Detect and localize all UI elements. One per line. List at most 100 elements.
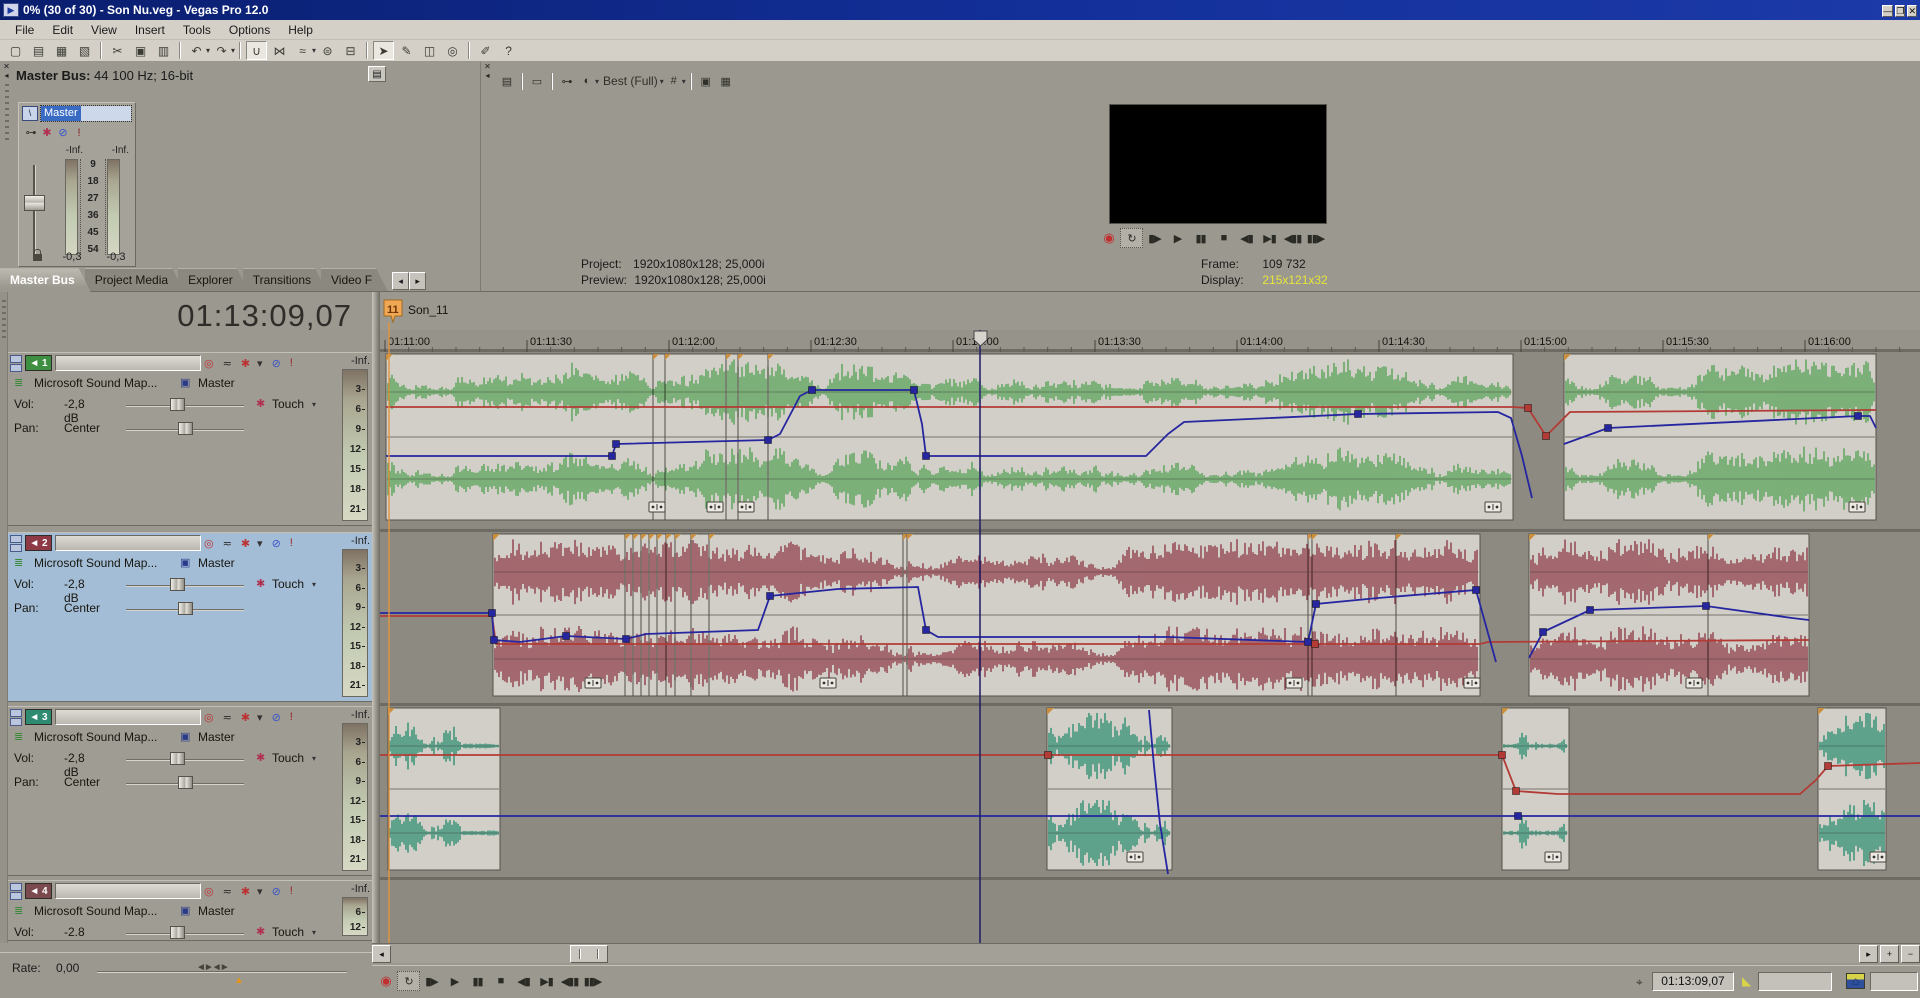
volume-slider[interactable] xyxy=(126,933,244,935)
automation-mode-label[interactable]: Touch xyxy=(272,925,304,939)
dropdown-arrow-icon[interactable]: ▾ xyxy=(312,928,316,937)
close-button[interactable]: ✕ xyxy=(1907,5,1917,17)
undock-icon[interactable]: ◂ xyxy=(481,71,494,80)
track-list-splitter[interactable] xyxy=(372,292,380,943)
track-name-field[interactable] xyxy=(55,883,201,899)
auto-crossfades-icon[interactable]: ⋈ xyxy=(269,41,290,60)
fx-bypass-icon[interactable]: ✱ xyxy=(241,711,250,724)
mute-icon[interactable]: ⊘ xyxy=(55,126,71,139)
solo-icon[interactable]: ! xyxy=(290,711,293,723)
envelope-node[interactable] xyxy=(1540,629,1547,636)
track-header-4[interactable]: ◄ 4◎≂✱▾⊘!-Inf.≣Microsoft Sound Map...▣Ma… xyxy=(8,880,372,941)
envelope-node[interactable] xyxy=(911,387,918,394)
panel-menu-icon[interactable]: ▤ xyxy=(368,66,386,82)
selection-end-box[interactable] xyxy=(1870,972,1918,991)
preview-quality-select[interactable]: Best (Full) xyxy=(599,72,662,91)
new-project-icon[interactable]: ▢ xyxy=(5,41,26,60)
lock-envelopes-icon[interactable]: ⊜ xyxy=(317,41,338,60)
interactive-tutorials-icon[interactable]: ✐ xyxy=(475,41,496,60)
envelope-node[interactable] xyxy=(1045,752,1052,759)
maximize-icon[interactable] xyxy=(10,892,22,900)
panel-menu-icon[interactable]: ▤ xyxy=(497,72,517,91)
envelope-edit-tool-icon[interactable]: ✎ xyxy=(396,41,417,60)
tab-video-f[interactable]: Video F xyxy=(321,268,388,292)
envelope-node[interactable] xyxy=(1855,413,1862,420)
go-to-start-button[interactable]: ◀▮ xyxy=(512,971,535,991)
scrollbar-thumb[interactable] xyxy=(570,945,608,963)
enable-snapping-icon[interactable]: ∪ xyxy=(246,41,267,60)
tab-master-bus[interactable]: Master Bus xyxy=(0,268,91,292)
zoom-edit-tool-icon[interactable]: ◎ xyxy=(442,41,463,60)
envelope-node[interactable] xyxy=(1355,411,1362,418)
play-from-start-button[interactable]: ▮▶ xyxy=(1143,228,1166,248)
tab-scroll-left-icon[interactable]: ◂ xyxy=(392,272,409,290)
zoom-out-icon[interactable]: − xyxy=(1901,945,1920,963)
envelope-node[interactable] xyxy=(1473,587,1480,594)
volume-slider[interactable] xyxy=(126,759,244,761)
fx-bypass-icon[interactable]: ✱ xyxy=(241,885,250,898)
external-monitor-icon[interactable]: ▭ xyxy=(527,72,547,91)
pan-slider-handle[interactable] xyxy=(178,602,193,615)
volume-slider-handle[interactable] xyxy=(170,578,185,591)
pan-value[interactable]: Center xyxy=(64,775,100,789)
stop-button[interactable]: ■ xyxy=(1212,228,1235,248)
arm-record-icon[interactable]: ◎ xyxy=(204,711,214,724)
solo-icon[interactable]: ! xyxy=(290,885,293,897)
envelope-node[interactable] xyxy=(923,453,930,460)
loop-playback-button[interactable]: ↻ xyxy=(1120,228,1143,248)
input-device-label[interactable]: Microsoft Sound Map... xyxy=(34,376,176,390)
track-name-field[interactable] xyxy=(55,355,201,371)
mute-icon[interactable]: ⊘ xyxy=(272,537,281,550)
mute-icon[interactable]: ⊘ xyxy=(272,885,281,898)
project-properties-icon[interactable]: ▧ xyxy=(74,41,95,60)
input-device-label[interactable]: Microsoft Sound Map... xyxy=(34,904,176,918)
track-fx-icon[interactable]: ≂ xyxy=(223,357,232,370)
fx-bypass-icon[interactable]: ✱ xyxy=(241,537,250,550)
pan-value[interactable]: Center xyxy=(64,421,100,435)
minimize-icon[interactable] xyxy=(10,883,22,891)
pause-button[interactable]: ▮▮ xyxy=(466,971,489,991)
dropdown-arrow-icon[interactable]: ▾ xyxy=(312,754,316,763)
envelope-node[interactable] xyxy=(1305,639,1312,646)
master-name-field[interactable]: Master xyxy=(41,106,131,121)
dropdown-arrow-icon[interactable]: ▾ xyxy=(682,77,686,86)
play-from-start-button[interactable]: ▮▶ xyxy=(420,971,443,991)
track-header-1[interactable]: ◄ 1◎≂✱▾⊘!-Inf.≣Microsoft Sound Map...▣Ma… xyxy=(8,352,372,526)
pause-button[interactable]: ▮▮ xyxy=(1189,228,1212,248)
input-routing-icon[interactable]: ≣ xyxy=(14,904,23,917)
arm-record-icon[interactable]: ◎ xyxy=(204,357,214,370)
arm-record-icon[interactable]: ◎ xyxy=(204,885,214,898)
menu-item-edit[interactable]: Edit xyxy=(43,21,82,39)
redo-icon[interactable]: ↷ xyxy=(211,41,232,60)
maximize-icon[interactable] xyxy=(10,364,22,372)
volume-value[interactable]: -2.8 dB xyxy=(64,925,85,941)
envelope-node[interactable] xyxy=(491,637,498,644)
menu-item-view[interactable]: View xyxy=(82,21,126,39)
automation-mode-label[interactable]: Touch xyxy=(272,577,304,591)
solo-icon[interactable]: ! xyxy=(290,537,293,549)
automation-mode-label[interactable]: Touch xyxy=(272,397,304,411)
arm-record-icon[interactable]: ◎ xyxy=(204,537,214,550)
copy-snapshot-icon[interactable]: ▣ xyxy=(696,72,716,91)
track-minimize-buttons[interactable] xyxy=(10,883,22,901)
tab-transitions[interactable]: Transitions xyxy=(243,268,327,292)
envelope-node[interactable] xyxy=(489,610,496,617)
auto-ripple-icon[interactable]: ≈ xyxy=(292,41,313,60)
track-fx-icon[interactable]: ≂ xyxy=(223,537,232,550)
envelope-node[interactable] xyxy=(613,441,620,448)
cut-icon[interactable]: ✂ xyxy=(107,41,128,60)
master-fader-handle[interactable] xyxy=(24,195,45,211)
timeline-canvas[interactable]: 01:11:0001:11:3001:12:0001:12:3001:13:00… xyxy=(380,292,1920,943)
play-button[interactable]: ▶ xyxy=(1166,228,1189,248)
minimize-icon[interactable] xyxy=(10,535,22,543)
lock-icon[interactable] xyxy=(33,254,42,261)
go-to-start-button[interactable]: ◀▮ xyxy=(1235,228,1258,248)
pan-value[interactable]: Center xyxy=(64,601,100,615)
loop-playback-button[interactable]: ↻ xyxy=(397,971,420,991)
scroll-left-icon[interactable]: ◂ xyxy=(372,945,391,963)
scroll-right-icon[interactable]: ▸ xyxy=(1859,945,1878,963)
save-snapshot-icon[interactable]: ▦ xyxy=(716,72,736,91)
volume-slider-handle[interactable] xyxy=(170,926,185,939)
stop-button[interactable]: ■ xyxy=(489,971,512,991)
mute-icon[interactable]: ⊘ xyxy=(272,711,281,724)
